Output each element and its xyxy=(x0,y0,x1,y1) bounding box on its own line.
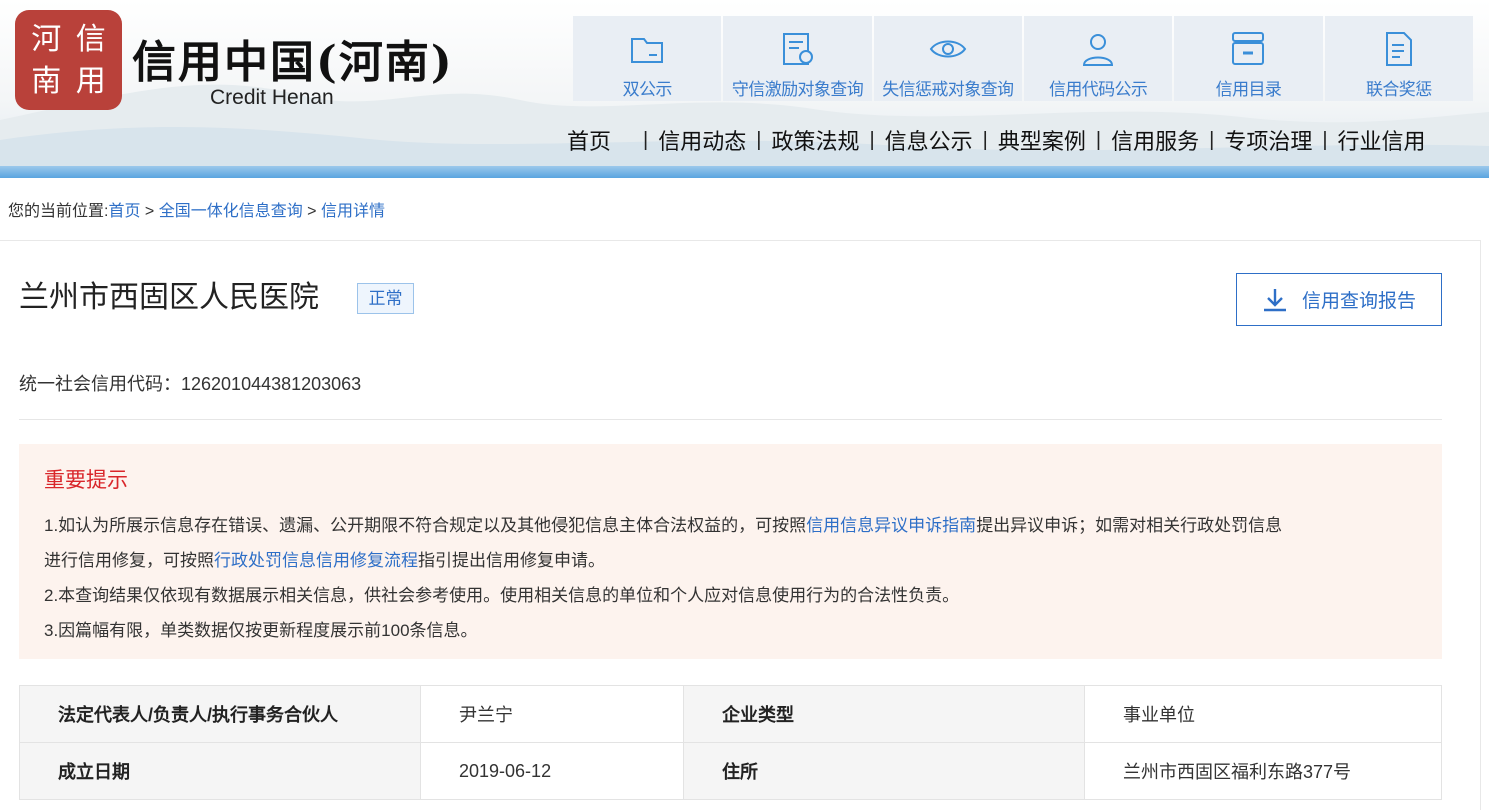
credit-report-button[interactable]: 信用查询报告 xyxy=(1236,273,1442,326)
breadcrumb-query[interactable]: 全国一体化信息查询 xyxy=(159,203,303,220)
notice-text: 指引提出信用修复申请。 xyxy=(418,551,605,570)
nav-separator: | xyxy=(1095,128,1102,151)
seal-char: 用 xyxy=(75,64,106,99)
credit-report-label: 信用查询报告 xyxy=(1301,291,1416,312)
notice-title: 重要提示 xyxy=(44,469,128,492)
quicknav-label: 信用目录 xyxy=(1215,80,1282,99)
quicknav-label: 守信激励对象查询 xyxy=(731,80,864,99)
document-icon xyxy=(1385,32,1412,66)
nav-credit-news[interactable]: 信用动态 xyxy=(658,124,746,156)
quicknav-trust-incentive[interactable]: 守信激励对象查询 xyxy=(723,16,872,101)
nav-separator: | xyxy=(1209,128,1215,151)
quicknav-dishonest-query[interactable]: 失信惩戒对象查询 xyxy=(873,16,1022,101)
credit-code: 统一社会信用代码：126201044381203063 xyxy=(19,370,361,396)
download-icon xyxy=(1263,288,1286,311)
divider xyxy=(19,419,1442,420)
credit-code-value: 126201044381203063 xyxy=(181,374,362,394)
breadcrumb: 您的当前位置:首页 > 全国一体化信息查询 > 信用详情 xyxy=(8,197,385,221)
eye-icon xyxy=(929,40,967,58)
table-value: 2019-06-12 xyxy=(420,742,684,800)
table-value: 事业单位 xyxy=(1084,685,1442,743)
nav-separator: | xyxy=(1322,128,1328,151)
quick-nav: 双公示 守信激励对象查询 失信惩戒对象查询 信用代码公示 信用目录 联合奖惩 xyxy=(573,16,1473,101)
nav-credit-service[interactable]: 信用服务 xyxy=(1111,124,1199,156)
site-title[interactable]: 信用中国(河南) xyxy=(132,26,454,90)
header-band xyxy=(0,166,1489,178)
seal-char: 河 xyxy=(31,22,62,57)
notice-line: 2.本查询结果仅依现有数据展示相关信息，供社会参考使用。使用相关信息的单位和个人… xyxy=(44,586,960,605)
logo-seal[interactable]: 河 信 南 用 xyxy=(15,10,122,110)
breadcrumb-detail[interactable]: 信用详情 xyxy=(321,203,385,220)
nav-info-public[interactable]: 信息公示 xyxy=(885,124,973,156)
table-value: 兰州市西固区福利东路377号 xyxy=(1084,742,1442,800)
breadcrumb-separator: > xyxy=(302,203,321,220)
breadcrumb-separator: > xyxy=(140,203,159,220)
table-key: 住所 xyxy=(683,742,1085,800)
credit-code-label: 统一社会信用代码： xyxy=(19,374,181,394)
quicknav-label: 失信惩戒对象查询 xyxy=(882,80,1014,99)
table-row: 法定代表人/负责人/执行事务合伙人 尹兰宁 企业类型 事业单位 xyxy=(19,685,1442,743)
credit-repair-link[interactable]: 行政处罚信息信用修复流程 xyxy=(214,551,418,570)
seal-char: 信 xyxy=(75,22,106,57)
quicknav-label: 联合奖惩 xyxy=(1366,80,1432,99)
info-table: 法定代表人/负责人/执行事务合伙人 尹兰宁 企业类型 事业单位 成立日期 201… xyxy=(19,685,1442,800)
nav-separator: | xyxy=(869,128,875,151)
table-key: 法定代表人/负责人/执行事务合伙人 xyxy=(19,685,421,743)
objection-guide-link[interactable]: 信用信息异议申诉指南 xyxy=(806,516,976,535)
certificate-icon xyxy=(783,33,814,65)
quicknav-label: 双公示 xyxy=(622,80,673,99)
table-key: 企业类型 xyxy=(683,685,1085,743)
breadcrumb-home[interactable]: 首页 xyxy=(108,203,140,220)
entity-name: 兰州市西固区人民医院 xyxy=(19,281,319,314)
site-header: 河 信 南 用 信用中国(河南) Credit Henan 双公示 守信激励对象… xyxy=(0,0,1489,178)
directory-icon xyxy=(1232,32,1265,65)
important-notice: 重要提示 1.如认为所展示信息存在错误、遗漏、公开期限不符合规定以及其他侵犯信息… xyxy=(19,444,1442,659)
quicknav-double-publicity[interactable]: 双公示 xyxy=(573,16,722,101)
notice-line: 1.如认为所展示信息存在错误、遗漏、公开期限不符合规定以及其他侵犯信息主体合法权… xyxy=(44,511,1282,536)
nav-separator: | xyxy=(982,128,988,151)
table-key: 成立日期 xyxy=(19,742,421,800)
quicknav-credit-directory[interactable]: 信用目录 xyxy=(1174,16,1323,101)
quicknav-credit-code[interactable]: 信用代码公示 xyxy=(1023,16,1173,101)
breadcrumb-prefix: 您的当前位置: xyxy=(8,203,109,220)
nav-special-governance[interactable]: 专项治理 xyxy=(1224,124,1312,156)
quicknav-label: 信用代码公示 xyxy=(1048,80,1148,99)
main-nav: 首页 | 信用动态 | 政策法规 | 信息公示 | 典型案例 | 信用服务 | … xyxy=(540,124,1426,156)
status-badge: 正常 xyxy=(357,283,414,314)
nav-cases[interactable]: 典型案例 xyxy=(998,124,1086,156)
folder-icon xyxy=(631,38,664,63)
table-value: 尹兰宁 xyxy=(420,685,684,743)
nav-industry-credit[interactable]: 行业信用 xyxy=(1338,124,1426,156)
notice-text: 1.如认为所展示信息存在错误、遗漏、公开期限不符合规定以及其他侵犯信息主体合法权… xyxy=(44,516,807,535)
nav-home[interactable]: 首页 xyxy=(567,124,611,156)
site-subtitle: Credit Henan xyxy=(210,86,334,109)
notice-text: 进行信用修复，可按照 xyxy=(44,551,214,570)
seal-char: 南 xyxy=(31,64,62,99)
notice-line: 3.因篇幅有限，单类数据仅按更新程度展示前100条信息。 xyxy=(44,621,478,640)
notice-line: 进行信用修复，可按照行政处罚信息信用修复流程指引提出信用修复申请。 xyxy=(44,546,605,571)
nav-separator: | xyxy=(643,128,649,151)
quicknav-joint-reward[interactable]: 联合奖惩 xyxy=(1324,16,1473,101)
table-row: 成立日期 2019-06-12 住所 兰州市西固区福利东路377号 xyxy=(19,742,1442,800)
notice-text: 提出异议申诉；如需对相关行政处罚信息 xyxy=(976,516,1283,535)
nav-policy[interactable]: 政策法规 xyxy=(771,124,859,156)
nav-separator: | xyxy=(756,128,762,151)
user-icon xyxy=(1083,34,1114,66)
